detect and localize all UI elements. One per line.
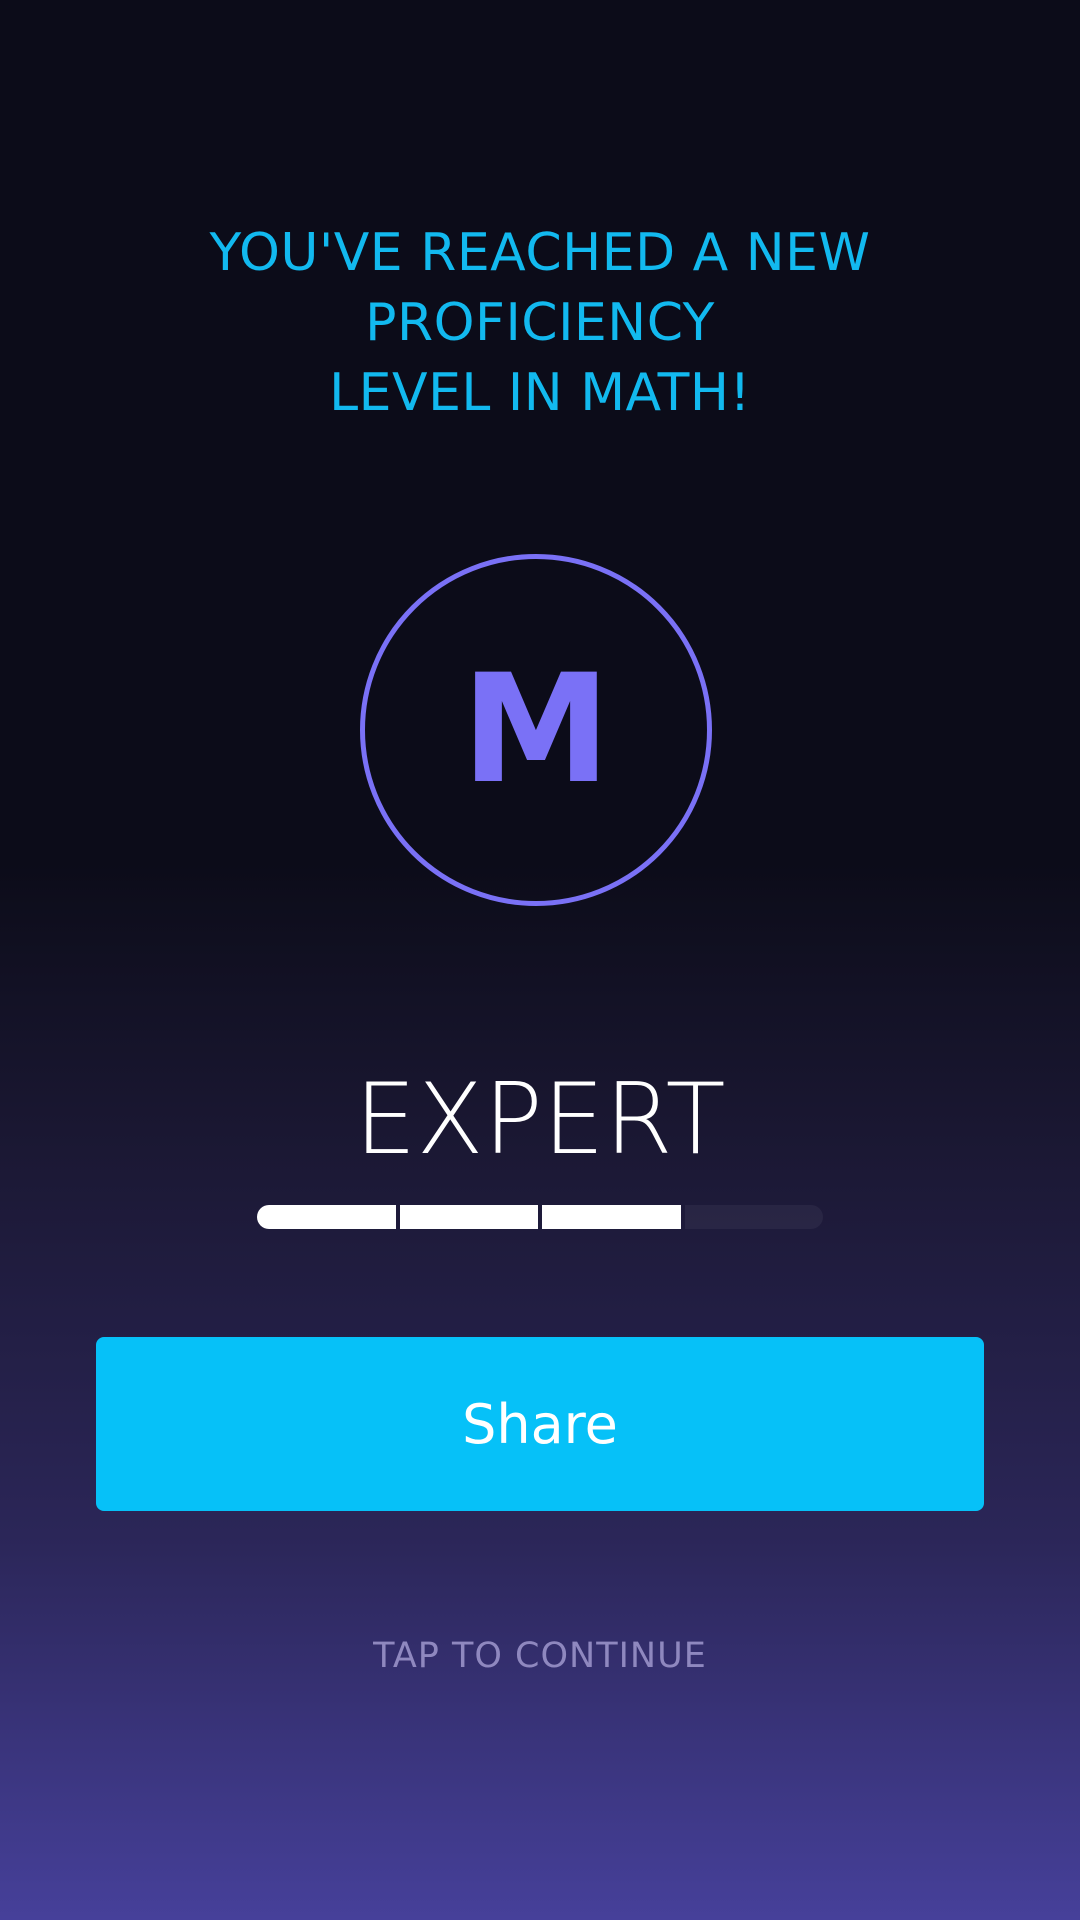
- progress-segment-3: [542, 1205, 681, 1229]
- progress-segment-4: [684, 1205, 823, 1229]
- level-progress-bar: [257, 1205, 823, 1229]
- progress-segment-2: [399, 1205, 538, 1229]
- progress-segment-1: [257, 1205, 396, 1229]
- math-badge: M: [360, 554, 712, 906]
- headline-line-2: LEVEL IN MATH!: [329, 363, 751, 423]
- level-title: EXPERT: [354, 1063, 726, 1177]
- tap-to-continue[interactable]: TAP TO CONTINUE: [0, 1636, 1080, 1676]
- math-badge-icon: M: [461, 643, 611, 817]
- share-button[interactable]: Share: [96, 1337, 984, 1511]
- headline: YOU'VE REACHED A NEW PROFICIENCY LEVEL I…: [40, 218, 1040, 428]
- headline-line-1: YOU'VE REACHED A NEW PROFICIENCY: [209, 223, 871, 353]
